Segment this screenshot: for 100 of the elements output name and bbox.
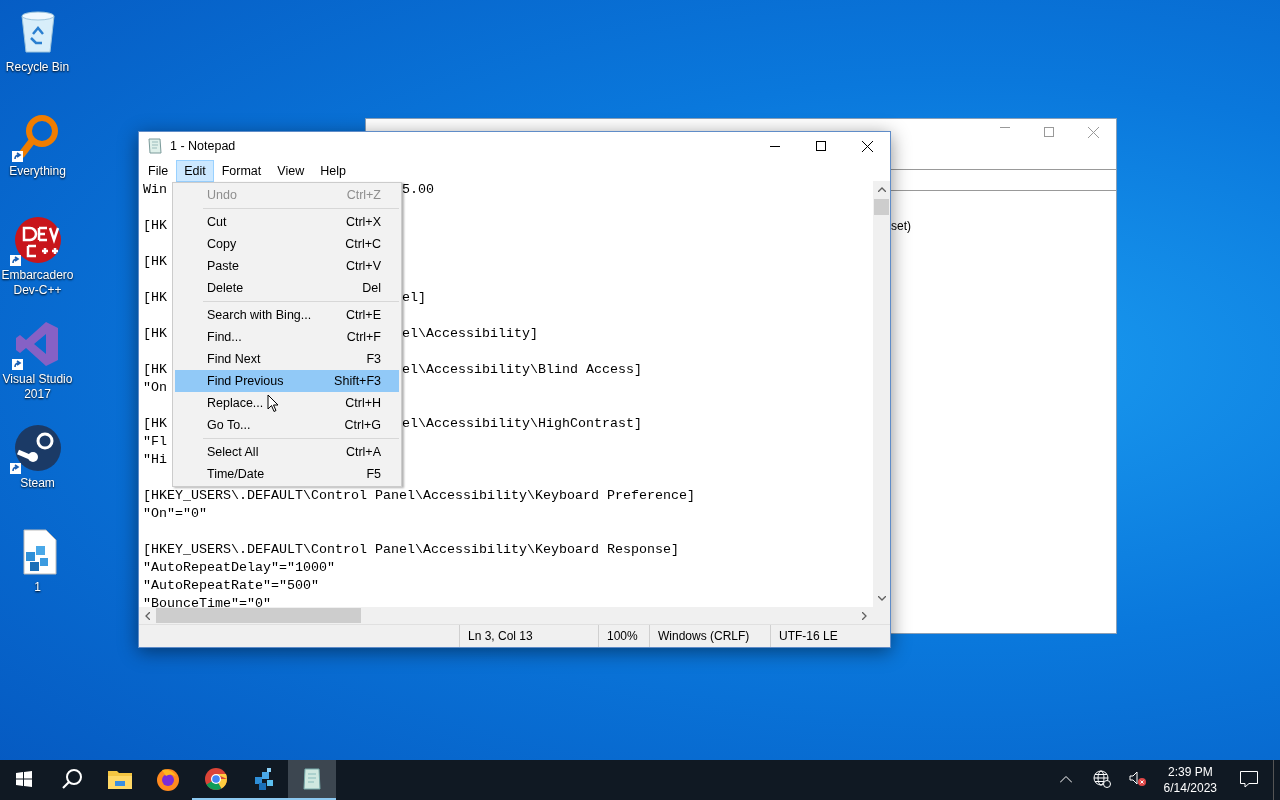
shortcut-text: F5 bbox=[366, 467, 381, 481]
shortcut-text: Ctrl+C bbox=[345, 237, 381, 251]
menu-item-label: Go To... bbox=[207, 418, 251, 432]
registry-editor-icon bbox=[252, 767, 276, 791]
notepad-icon bbox=[300, 767, 324, 791]
menu-item[interactable]: Search with Bing... Ctrl+E bbox=[175, 304, 399, 326]
menu-item-label: Paste bbox=[207, 259, 239, 273]
address-bar[interactable] bbox=[891, 169, 1116, 191]
text-line: [HK bbox=[143, 326, 167, 341]
menu-item[interactable]: Help bbox=[312, 160, 354, 182]
taskbar-app-button[interactable] bbox=[288, 760, 336, 800]
text-line: "On"="0" bbox=[143, 506, 207, 521]
windows-logo-icon bbox=[16, 771, 32, 787]
desktop-icon-label[interactable]: Steam bbox=[20, 476, 55, 491]
text-line: "AutoRepeatRate"="500" bbox=[143, 578, 319, 593]
menu-item[interactable]: Go To... Ctrl+G bbox=[175, 414, 399, 436]
vertical-scrollbar[interactable] bbox=[873, 181, 890, 607]
menu-item[interactable]: Time/Date F5 bbox=[175, 463, 399, 485]
shortcut-text: Ctrl+H bbox=[345, 396, 381, 410]
shortcut-text: Ctrl+A bbox=[345, 445, 381, 459]
text-line: "AutoRepeatDelay"="1000" bbox=[143, 560, 335, 575]
desktop-icon-label[interactable]: Recycle Bin bbox=[5, 60, 70, 75]
shortcut-text: Ctrl+V bbox=[345, 259, 381, 273]
text-line: 5.00 bbox=[401, 181, 434, 199]
text-line: "BounceTime"="0" bbox=[143, 596, 271, 607]
desktop-icon-label[interactable]: Visual Studio 2017 bbox=[2, 372, 73, 402]
menu-item-label: Copy bbox=[207, 237, 237, 251]
status-text: Windows (CRLF) bbox=[658, 629, 750, 643]
close-icon bbox=[861, 140, 873, 152]
scroll-thumb[interactable] bbox=[874, 199, 889, 215]
menu-item[interactable]: Find Previous Shift+F3 bbox=[175, 370, 399, 392]
menu-item[interactable]: Format bbox=[213, 160, 270, 182]
shortcut-text: Ctrl+E bbox=[345, 308, 381, 322]
menu-item-label: Find... bbox=[207, 330, 242, 344]
text-line: Win bbox=[143, 182, 167, 197]
menu-item[interactable]: Select All Ctrl+A bbox=[175, 441, 399, 463]
text-line: [HK bbox=[143, 362, 167, 377]
menu-item[interactable]: Find... Ctrl+F bbox=[175, 326, 399, 348]
clock[interactable]: 2:39 PM 6/14/2023 bbox=[1155, 760, 1225, 800]
menu-item-label: Delete bbox=[207, 281, 244, 295]
folder-icon bbox=[108, 769, 132, 789]
text-line: [HK bbox=[143, 218, 167, 233]
status-text: UTF-16 LE bbox=[779, 629, 838, 643]
desktop-icon-label[interactable]: Embarcadero Dev-C++ bbox=[1, 268, 74, 298]
visual-studio-icon bbox=[15, 320, 60, 368]
text-line: "On bbox=[143, 380, 167, 395]
firefox-icon bbox=[156, 767, 180, 791]
status-text: 100% bbox=[607, 629, 638, 643]
menu-item[interactable]: File bbox=[140, 160, 177, 182]
chevron-up-icon bbox=[1059, 775, 1072, 783]
text-line: el] bbox=[401, 289, 426, 307]
text-line: [HKEY_USERS\.DEFAULT\Control Panel\Accessibility\Keyboard Preference] bbox=[143, 488, 695, 503]
notepad-icon bbox=[148, 138, 162, 154]
chrome-icon bbox=[204, 767, 228, 791]
menu-item-label: Find Previous bbox=[207, 374, 284, 388]
menu-item-label: Replace... bbox=[207, 396, 264, 410]
maximize-icon bbox=[1044, 127, 1054, 137]
scroll-thumb[interactable] bbox=[156, 608, 361, 623]
text-line: [HK bbox=[143, 416, 167, 431]
shortcut-text: Shift+F3 bbox=[334, 374, 381, 388]
text-line: [HKEY_USERS\.DEFAULT\Control Panel\Accessibility\Keyboard Response] bbox=[143, 542, 679, 557]
window-title: 1 - Notepad bbox=[170, 139, 237, 153]
desktop-icon-label[interactable]: 1 bbox=[34, 580, 41, 595]
menu-item[interactable]: View bbox=[269, 160, 313, 182]
menu-item[interactable]: Find Next F3 bbox=[175, 348, 399, 370]
mouse-cursor-icon bbox=[267, 394, 279, 413]
menu-item-label: Find Next bbox=[207, 352, 261, 366]
globe-icon bbox=[1092, 770, 1111, 788]
maximize-icon bbox=[816, 141, 826, 151]
shortcut-text: Ctrl+X bbox=[345, 215, 381, 229]
window-text: set) bbox=[891, 219, 911, 233]
menu-item[interactable]: Replace... Ctrl+H bbox=[175, 392, 399, 414]
menu-item[interactable]: Copy Ctrl+C bbox=[175, 233, 399, 255]
status-text: Ln 3, Col 13 bbox=[468, 629, 533, 643]
minimize-icon bbox=[1000, 127, 1010, 128]
text-line: [HK bbox=[143, 254, 167, 269]
shortcut-text: F3 bbox=[366, 352, 381, 366]
menu-item[interactable]: Paste Ctrl+V bbox=[175, 255, 399, 277]
speech-bubble-icon bbox=[1240, 770, 1258, 788]
menu-item[interactable]: Delete Del bbox=[175, 277, 399, 299]
steam-icon bbox=[13, 424, 62, 472]
desktop-icon-label[interactable]: Everything bbox=[9, 164, 66, 179]
dev-cpp-icon bbox=[13, 216, 62, 264]
menu-item[interactable]: Edit bbox=[176, 160, 214, 182]
menu-item[interactable]: Cut Ctrl+X bbox=[175, 211, 399, 233]
menu-item-label: Cut bbox=[207, 215, 227, 229]
shortcut-text: Ctrl+Z bbox=[346, 188, 381, 202]
shortcut-text: Ctrl+G bbox=[344, 418, 381, 432]
text-line: "Hi bbox=[143, 452, 167, 467]
menu-item-label: Select All bbox=[207, 445, 259, 459]
text-line: el\Accessibility\HighContrast] bbox=[401, 415, 642, 433]
menu-item-label: Time/Date bbox=[207, 467, 265, 481]
shortcut-text: Ctrl+F bbox=[346, 330, 381, 344]
minimize-icon bbox=[770, 145, 780, 147]
menu-item-label: Undo bbox=[207, 188, 237, 202]
text-line: el\Accessibility\Blind Access] bbox=[401, 361, 642, 379]
close-icon bbox=[1088, 127, 1099, 138]
text-line: el\Accessibility] bbox=[401, 325, 538, 343]
text-line: [HK bbox=[143, 290, 167, 305]
menu-item-label: Search with Bing... bbox=[207, 308, 312, 322]
